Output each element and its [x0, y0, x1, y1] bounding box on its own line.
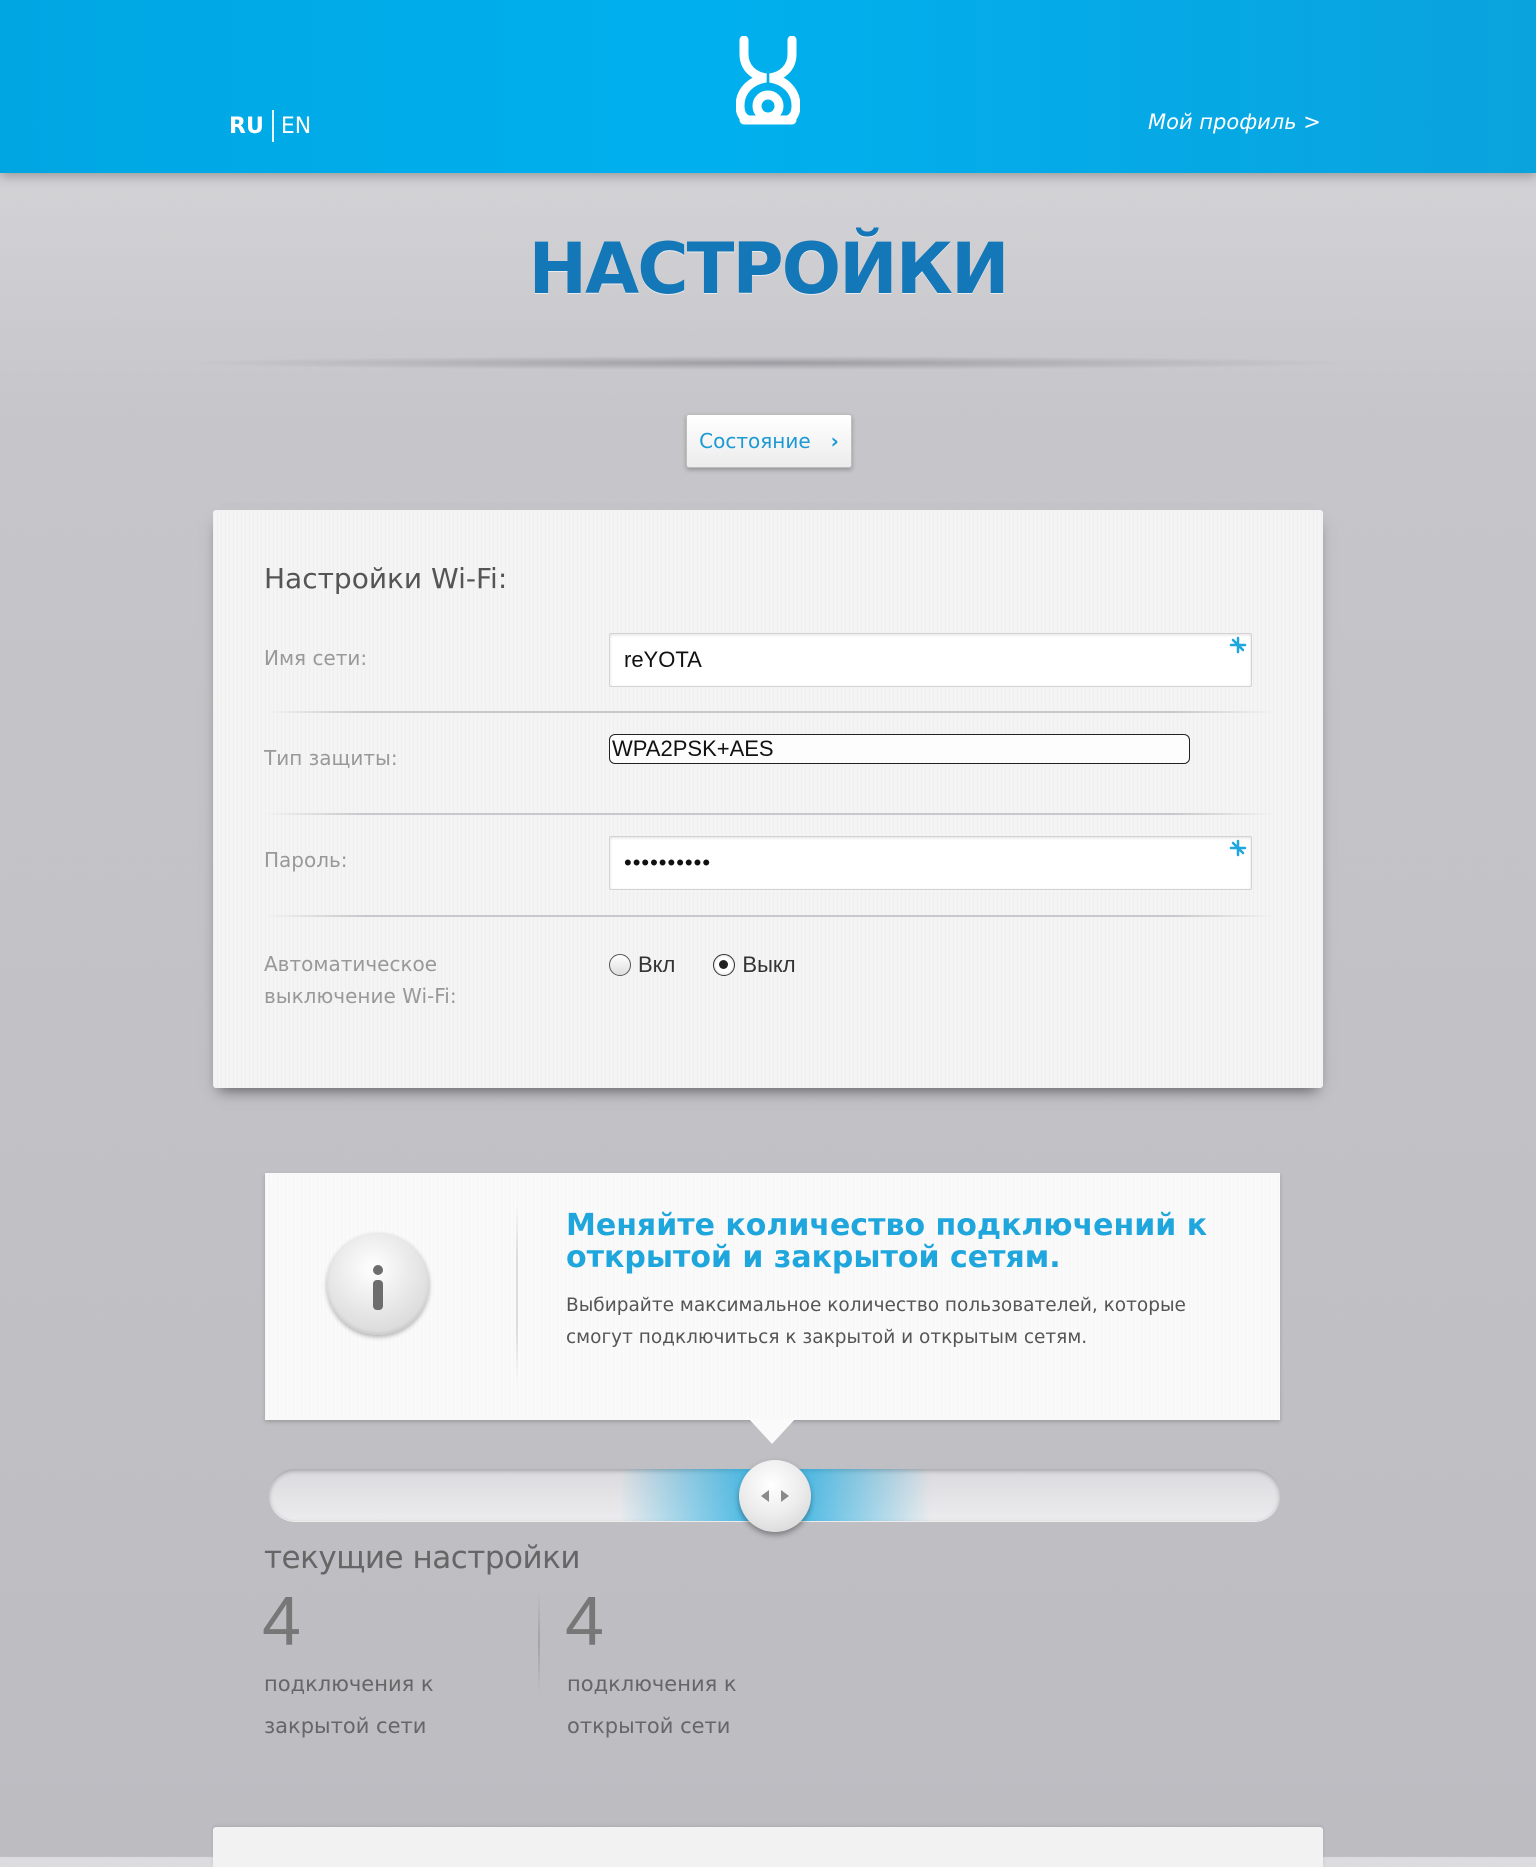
- next-section-card: [213, 1827, 1323, 1867]
- info-text: Выбирайте максимальное количество пользо…: [566, 1295, 1186, 1348]
- page-title: НАСТРОЙКИ: [528, 228, 1009, 310]
- lang-separator: [271, 110, 274, 142]
- security-type-select[interactable]: WPA2PSK+AES: [609, 734, 1190, 764]
- row-divider: [264, 813, 1274, 815]
- open-network-count: 4: [565, 1582, 604, 1660]
- radio-circle-icon: [609, 954, 631, 976]
- status-button[interactable]: Состояние ›: [686, 414, 852, 468]
- closed-network-label: подключения к закрытой сети: [264, 1663, 484, 1747]
- network-name-value: reYOTA: [624, 647, 702, 672]
- security-type-label: Тип защиты:: [264, 746, 398, 770]
- open-network-label: подключения к открытой сети: [567, 1663, 787, 1747]
- top-header: RU EN Мой профиль >: [0, 0, 1536, 173]
- current-settings-heading: текущие настройки: [264, 1540, 581, 1576]
- yota-logo-icon[interactable]: [736, 36, 800, 136]
- info-separator: [516, 1203, 518, 1383]
- count-separator: [538, 1590, 540, 1694]
- row-divider: [264, 711, 1274, 713]
- wifi-settings-card: Настройки Wi-Fi: Имя сети: reYOTA Тип за…: [213, 510, 1323, 1088]
- title-divider: [175, 356, 1361, 370]
- closed-network-count: 4: [262, 1582, 301, 1660]
- slider-handle[interactable]: [739, 1460, 811, 1532]
- password-input[interactable]: ••••••••••: [609, 836, 1252, 890]
- info-pointer: [748, 1418, 796, 1444]
- info-icon: [327, 1233, 429, 1335]
- closed-network-label-line1: подключения к: [264, 1672, 434, 1696]
- password-label: Пароль:: [264, 848, 348, 872]
- closed-network-label-line2: закрытой сети: [264, 1714, 427, 1738]
- required-marker-icon: [1229, 636, 1247, 654]
- lang-ru-link[interactable]: RU: [229, 114, 264, 139]
- info-glyph-icon: [373, 1265, 383, 1310]
- auto-off-label-line2: выключение Wi-Fi:: [264, 984, 457, 1008]
- network-name-input[interactable]: reYOTA: [609, 633, 1252, 687]
- auto-off-off-label: Выкл: [742, 952, 796, 977]
- info-box: Меняйте количество подключений к открыто…: [265, 1173, 1280, 1420]
- auto-off-radio-group: Вкл Выкл: [609, 952, 834, 978]
- required-marker-icon: [1229, 839, 1247, 857]
- info-title: Меняйте количество подключений к открыто…: [566, 1208, 1208, 1275]
- open-network-label-line1: подключения к: [567, 1672, 737, 1696]
- auto-off-on-radio[interactable]: Вкл: [609, 952, 675, 978]
- auto-off-off-radio[interactable]: Выкл: [713, 952, 796, 978]
- language-switcher: RU EN: [229, 110, 311, 142]
- my-profile-link[interactable]: Мой профиль >: [1148, 110, 1321, 134]
- auto-off-label-line1: Автоматическое: [264, 952, 438, 976]
- row-divider: [264, 915, 1274, 917]
- auto-off-on-label: Вкл: [638, 952, 676, 977]
- network-name-label: Имя сети:: [264, 646, 368, 670]
- wifi-settings-heading: Настройки Wi-Fi:: [264, 562, 508, 595]
- status-button-label: Состояние: [699, 429, 811, 453]
- chevron-right-icon: ›: [830, 429, 839, 453]
- open-network-label-line2: открытой сети: [567, 1714, 731, 1738]
- password-value: ••••••••••: [624, 850, 712, 875]
- lang-en-link[interactable]: EN: [281, 114, 311, 139]
- drag-arrows-icon: [761, 1490, 789, 1502]
- radio-selected-icon: [713, 954, 736, 976]
